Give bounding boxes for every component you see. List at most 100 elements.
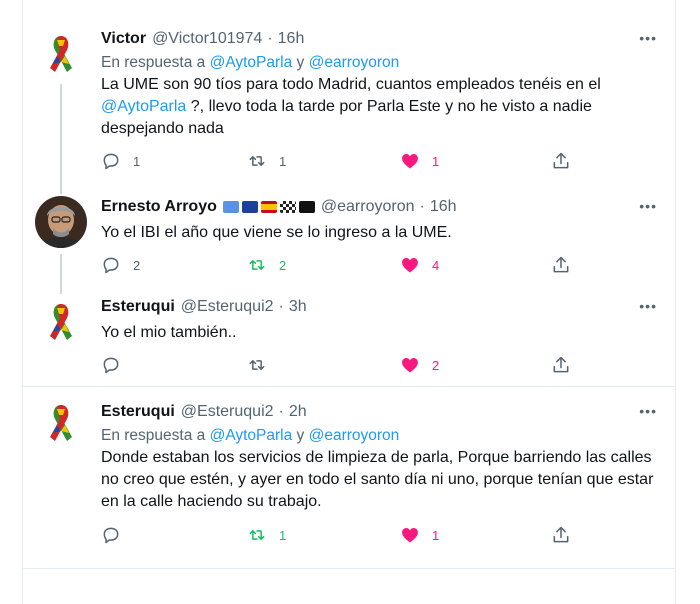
tweet-content: Esteruqui @Esteruqui2 · 3h ••• Yo el mio… [101, 296, 661, 344]
user-handle[interactable]: @Esteruqui2 [181, 298, 274, 316]
reply-mention-earroyoron[interactable]: @earroyoron [309, 54, 400, 71]
reply-button[interactable] [101, 355, 133, 375]
heart-icon [402, 258, 418, 273]
tweet-text-part1: La UME son 90 tíos para todo Madrid, cua… [101, 76, 601, 93]
profile-photo-icon [35, 196, 87, 248]
ribbon-icon [35, 397, 87, 449]
separator-dot: · [419, 198, 425, 215]
reply-icon [103, 357, 119, 374]
more-icon[interactable]: ••• [639, 198, 657, 214]
name-emojis [222, 201, 315, 213]
retweet-icon [249, 156, 265, 166]
more-icon[interactable]: ••• [639, 403, 657, 419]
tweet-esteruqui-2[interactable]: Esteruqui @Esteruqui2 · 2h ••• En respue… [23, 387, 675, 557]
avatar-photo[interactable] [35, 196, 87, 248]
reply-button[interactable] [101, 525, 133, 545]
reply-prefix: En respuesta a [101, 427, 210, 444]
like-button[interactable]: 1 [400, 151, 439, 171]
eu-flag-emoji [241, 201, 258, 213]
retweet-icon [249, 360, 265, 370]
reply-icon [103, 527, 119, 544]
thread-connector-top [60, 180, 62, 194]
user-handle[interactable]: @Victor101974 [152, 30, 262, 48]
display-name[interactable]: Ernesto Arroyo [101, 198, 217, 216]
display-name[interactable]: Esteruqui [101, 403, 175, 421]
thread-connector [60, 254, 62, 280]
spain-flag-emoji [260, 201, 277, 213]
retweet-button[interactable]: 1 [247, 525, 286, 545]
retweet-button[interactable]: 2 [247, 255, 286, 275]
share-button[interactable] [551, 151, 571, 171]
heart-icon [402, 154, 418, 169]
like-count: 1 [432, 527, 440, 543]
like-count: 4 [432, 257, 440, 273]
retweet-count: 2 [279, 257, 287, 273]
reply-context: En respuesta a @AytoParla y @earroyoron [101, 54, 661, 72]
display-name[interactable]: Victor [101, 30, 146, 48]
like-button[interactable]: 1 [400, 525, 439, 545]
timestamp[interactable]: 3h [289, 298, 307, 316]
heart-icon [402, 358, 418, 373]
tweet-esteruqui-1[interactable]: Esteruqui @Esteruqui2 · 3h ••• Yo el mio… [23, 280, 675, 380]
tweet-header: Victor @Victor101974 · 16h [101, 28, 661, 50]
timestamp[interactable]: 16h [430, 198, 457, 216]
thread-connector [60, 84, 62, 184]
tweet-header: Esteruqui @Esteruqui2 · 2h [101, 401, 661, 423]
tweet-actions: 1 1 1 [101, 151, 571, 173]
share-icon [553, 526, 569, 543]
reply-mention-aytoparla[interactable]: @AytoParla [210, 54, 293, 71]
checkered-flag-emoji [279, 201, 296, 213]
tweet-content: Ernesto Arroyo @earroyoron · 16h ••• Yo … [101, 196, 661, 244]
tweet-header: Ernesto Arroyo @earroyoron · 16h [101, 196, 661, 218]
reply-context: En respuesta a @AytoParla y @earroyoron [101, 427, 661, 445]
ribbon-icon [35, 28, 87, 80]
avatar-ribbon[interactable] [35, 28, 87, 80]
reply-button[interactable]: 2 [101, 255, 140, 275]
like-button[interactable]: 4 [400, 255, 439, 275]
reply-mention-earroyoron[interactable]: @earroyoron [309, 427, 400, 444]
user-handle[interactable]: @Esteruqui2 [181, 403, 274, 421]
tweet-header: Esteruqui @Esteruqui2 · 3h [101, 296, 661, 318]
reply-icon [103, 257, 119, 274]
tweet-content: Victor @Victor101974 · 16h ••• En respue… [101, 28, 661, 140]
reply-count: 2 [133, 257, 141, 273]
retweet-button[interactable]: 1 [247, 151, 286, 171]
reply-and: y [292, 54, 309, 71]
like-count: 1 [432, 153, 440, 169]
retweet-icon [249, 260, 265, 270]
tweet-actions: 1 1 [101, 525, 571, 547]
share-button[interactable] [551, 255, 571, 275]
reply-icon [103, 153, 119, 170]
tweet-mention-aytoparla[interactable]: @AytoParla [101, 98, 186, 115]
separator-dot: · [278, 403, 284, 420]
conversation-divider-bottom [23, 568, 675, 569]
retweet-count: 1 [279, 527, 287, 543]
reply-prefix: En respuesta a [101, 54, 210, 71]
like-button[interactable]: 2 [400, 355, 439, 375]
tweet-content: Esteruqui @Esteruqui2 · 2h ••• En respue… [101, 401, 661, 513]
avatar-ribbon[interactable] [35, 397, 87, 449]
conversation-timeline: Victor @Victor101974 · 16h ••• En respue… [22, 0, 676, 604]
retweet-button[interactable] [247, 355, 279, 375]
like-count: 2 [432, 357, 440, 373]
tweet-actions: 2 2 4 [101, 255, 571, 277]
reply-button[interactable]: 1 [101, 151, 140, 171]
tweet-ernesto[interactable]: Ernesto Arroyo @earroyoron · 16h ••• Yo … [23, 180, 675, 280]
tweet-victor[interactable]: Victor @Victor101974 · 16h ••• En respue… [23, 0, 675, 184]
heart-icon [402, 528, 418, 543]
more-icon[interactable]: ••• [639, 298, 657, 314]
timestamp[interactable]: 2h [289, 403, 307, 421]
avatar-ribbon[interactable] [35, 296, 87, 348]
more-icon[interactable]: ••• [639, 30, 657, 46]
reply-count: 1 [133, 153, 141, 169]
reply-mention-aytoparla[interactable]: @AytoParla [210, 427, 293, 444]
share-button[interactable] [551, 355, 571, 375]
display-name[interactable]: Esteruqui [101, 298, 175, 316]
user-handle[interactable]: @earroyoron [321, 198, 415, 216]
share-icon [553, 356, 569, 373]
thread-connector-top [60, 280, 62, 294]
un-flag-emoji [222, 201, 239, 213]
timestamp[interactable]: 16h [278, 30, 305, 48]
share-button[interactable] [551, 525, 571, 545]
tweet-text: Yo el mio también.. [101, 324, 237, 341]
